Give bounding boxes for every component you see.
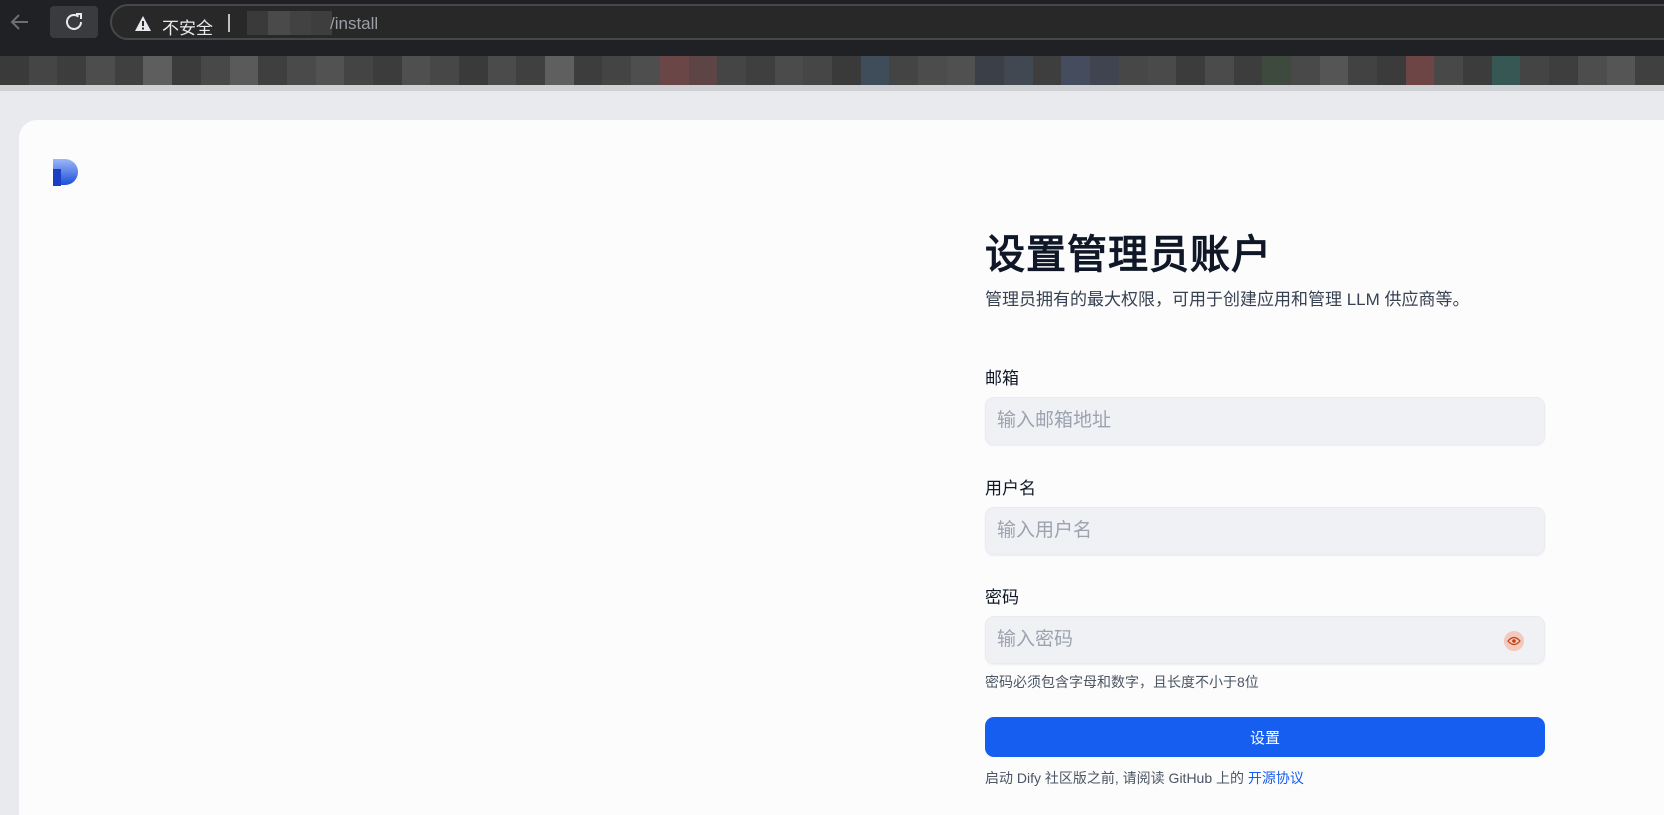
submit-button[interactable]: 设置 [985, 717, 1545, 757]
show-password-icon[interactable] [1504, 631, 1524, 651]
back-button[interactable] [4, 6, 36, 38]
username-label: 用户名 [985, 479, 1036, 498]
omnibox-divider [228, 14, 230, 32]
email-field-wrapper [985, 397, 1545, 445]
footer-text: 启动 Dify 社区版之前, 请阅读 GitHub 上的 [985, 770, 1245, 786]
email-field[interactable] [986, 398, 1544, 444]
username-field[interactable] [986, 508, 1544, 554]
bookmark-bar-top [0, 44, 1664, 56]
page-title: 设置管理员账户 [985, 233, 1272, 277]
dify-logo [53, 159, 78, 186]
security-label[interactable]: 不安全 [162, 14, 213, 39]
reload-icon [66, 13, 82, 30]
warning-icon [135, 16, 151, 31]
back-arrow-icon [10, 14, 28, 30]
password-hint: 密码必须包含字母和数字，且长度不小于8位 [985, 674, 1259, 690]
url-path: /install [330, 14, 379, 33]
toolbar-separator [0, 85, 1664, 91]
password-field-wrapper [985, 616, 1545, 664]
username-field-wrapper [985, 507, 1545, 555]
eye-icon [1507, 636, 1521, 646]
main-card [19, 120, 1664, 815]
page-subtitle: 管理员拥有的最大权限，可用于创建应用和管理 LLM 供应商等。 [985, 290, 1470, 309]
address-bar[interactable]: 不安全 /install [110, 4, 1664, 40]
footer-notice: 启动 Dify 社区版之前, 请阅读 GitHub 上的 开源协议 [985, 768, 1304, 788]
browser-toolbar: 不安全 /install [0, 0, 1664, 44]
password-field[interactable] [986, 617, 1544, 663]
url-host-redacted [247, 11, 332, 35]
reload-button[interactable] [50, 6, 98, 38]
password-label: 密码 [985, 588, 1019, 607]
bookmark-bar-redacted [0, 56, 1664, 85]
install-form: 设置管理员账户 管理员拥有的最大权限，可用于创建应用和管理 LLM 供应商等。 … [985, 230, 1545, 786]
email-label: 邮箱 [985, 369, 1019, 388]
license-link[interactable]: 开源协议 [1248, 770, 1304, 786]
